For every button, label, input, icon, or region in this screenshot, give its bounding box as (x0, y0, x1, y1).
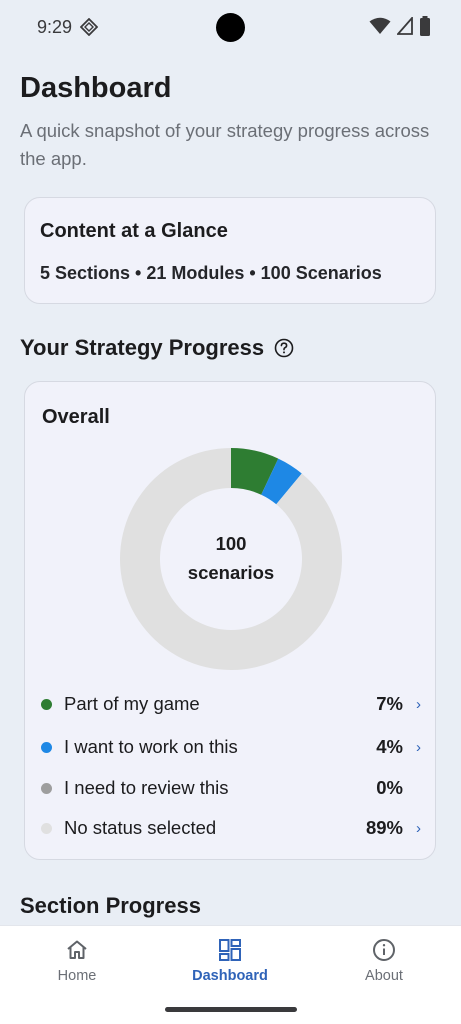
donut-center-count: 100 (215, 533, 247, 554)
legend-dot-gray (41, 782, 52, 794)
legend-label: I need to review this (64, 777, 229, 798)
nav-dashboard[interactable]: Dashboard (160, 926, 300, 996)
home-icon (67, 940, 87, 959)
camera-cutout (216, 13, 245, 42)
legend-row-review: I need to review this 0% (41, 773, 421, 803)
status-bar: 9:29 (0, 0, 461, 56)
legend-row-work-on[interactable]: I want to work on this 4% › (41, 732, 421, 762)
legend-label: No status selected (64, 817, 217, 838)
dashboard-icon (219, 939, 241, 961)
overall-title: Overall (42, 406, 110, 428)
nav-about-label: About (365, 968, 403, 984)
battery-icon (420, 16, 430, 36)
legend-row-no-status[interactable]: No status selected 89% › (41, 813, 421, 843)
gesture-home-indicator[interactable] (165, 1007, 297, 1012)
content-glance-card: Content at a Glance 5 Sections • 21 Modu… (24, 197, 436, 304)
chevron-right-icon: › (416, 819, 421, 837)
legend-label: I want to work on this (64, 736, 238, 757)
legend-percent: 7% (376, 693, 403, 714)
glance-stats: 5 Sections • 21 Modules • 100 Scenarios (40, 263, 382, 283)
donut-center-unit: scenarios (187, 562, 275, 583)
strategy-progress-title: Your Strategy Progress (20, 335, 265, 360)
status-time: 9:29 (37, 17, 73, 37)
wifi-icon (369, 17, 391, 34)
nav-home-label: Home (57, 968, 97, 984)
bottom-navigation: Home Dashboard About (0, 925, 461, 1024)
legend-percent: 89% (365, 817, 403, 838)
page-subtitle: A quick snapshot of your strategy progre… (20, 120, 430, 169)
info-icon (373, 939, 395, 961)
chevron-right-icon: › (416, 738, 421, 756)
nav-dashboard-label: Dashboard (192, 968, 268, 984)
legend-dot-green (41, 698, 52, 710)
legend-label: Part of my game (64, 693, 200, 714)
legend-row-part-of-game[interactable]: Part of my game 7% › (41, 689, 421, 719)
section-progress-heading: Section Progress (20, 893, 201, 918)
status-icons (369, 16, 431, 36)
help-circle-icon[interactable] (274, 338, 294, 358)
legend-percent: 0% (376, 777, 403, 798)
legend-percent: 4% (376, 736, 403, 757)
nav-about[interactable]: About (314, 926, 454, 996)
page-title: Dashboard (20, 72, 172, 104)
legend-dot-blue (41, 741, 52, 753)
donut-center-label: 100 scenarios (120, 529, 342, 587)
nav-home[interactable]: Home (7, 926, 147, 996)
strategy-progress-heading: Your Strategy Progress (20, 335, 294, 361)
signal-icon (397, 17, 413, 35)
chevron-right-icon: › (416, 695, 421, 713)
glance-title: Content at a Glance (40, 220, 228, 242)
notification-icon (80, 18, 98, 36)
legend-dot-light-gray (41, 822, 52, 834)
overall-progress-card: Overall 100 scenarios Part of my game 7%… (24, 381, 436, 860)
